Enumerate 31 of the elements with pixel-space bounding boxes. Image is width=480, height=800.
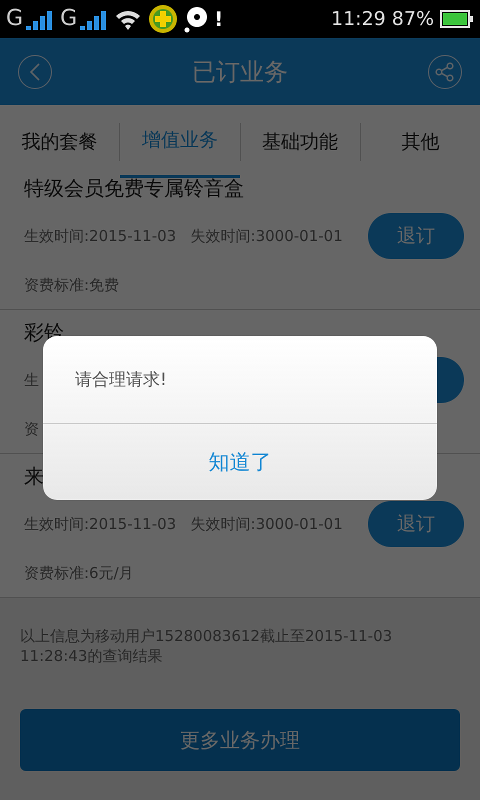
back-button[interactable] — [18, 54, 52, 88]
notice-mark: ! — [214, 7, 224, 31]
back-icon — [29, 62, 41, 80]
dialog-ok-button[interactable]: 知道了 — [43, 424, 437, 500]
tab[interactable]: 基础功能 — [240, 105, 360, 178]
clock: 11:29 — [331, 8, 386, 30]
tab[interactable]: 其他 — [360, 105, 480, 178]
service-fee: 资费标准:6元/月 — [24, 564, 134, 583]
signal-icon — [24, 8, 54, 30]
disc-icon — [184, 5, 208, 33]
wifi-icon — [114, 8, 142, 30]
unsubscribe-button[interactable]: 退订 — [368, 213, 464, 259]
network-type: G — [6, 8, 24, 30]
dialog-message: 请合理请求! — [75, 369, 167, 391]
service-dates: 生 — [24, 370, 39, 390]
unsubscribe-button[interactable]: 退订 — [368, 501, 464, 547]
plus-icon — [148, 4, 178, 34]
service-name: 来 — [24, 462, 44, 490]
tab[interactable]: 我的套餐 — [0, 105, 120, 178]
service-dates: 生效时间:2015-11-03 失效时间:3000-01-01 — [24, 226, 343, 246]
page-title: 已订业务 — [192, 56, 288, 88]
service-fee: 资费标准:免费 — [24, 276, 120, 295]
service-dates: 生效时间:2015-11-03 失效时间:3000-01-01 — [24, 514, 343, 534]
share-button[interactable] — [428, 54, 462, 88]
battery-icon — [440, 9, 474, 29]
signal-icon — [78, 8, 108, 30]
service-fee: 资 — [24, 420, 39, 439]
more-services-button[interactable]: 更多业务办理 — [20, 709, 460, 771]
network-type: G — [60, 8, 78, 30]
battery-percent: 87% — [392, 8, 434, 30]
share-icon — [435, 62, 455, 82]
